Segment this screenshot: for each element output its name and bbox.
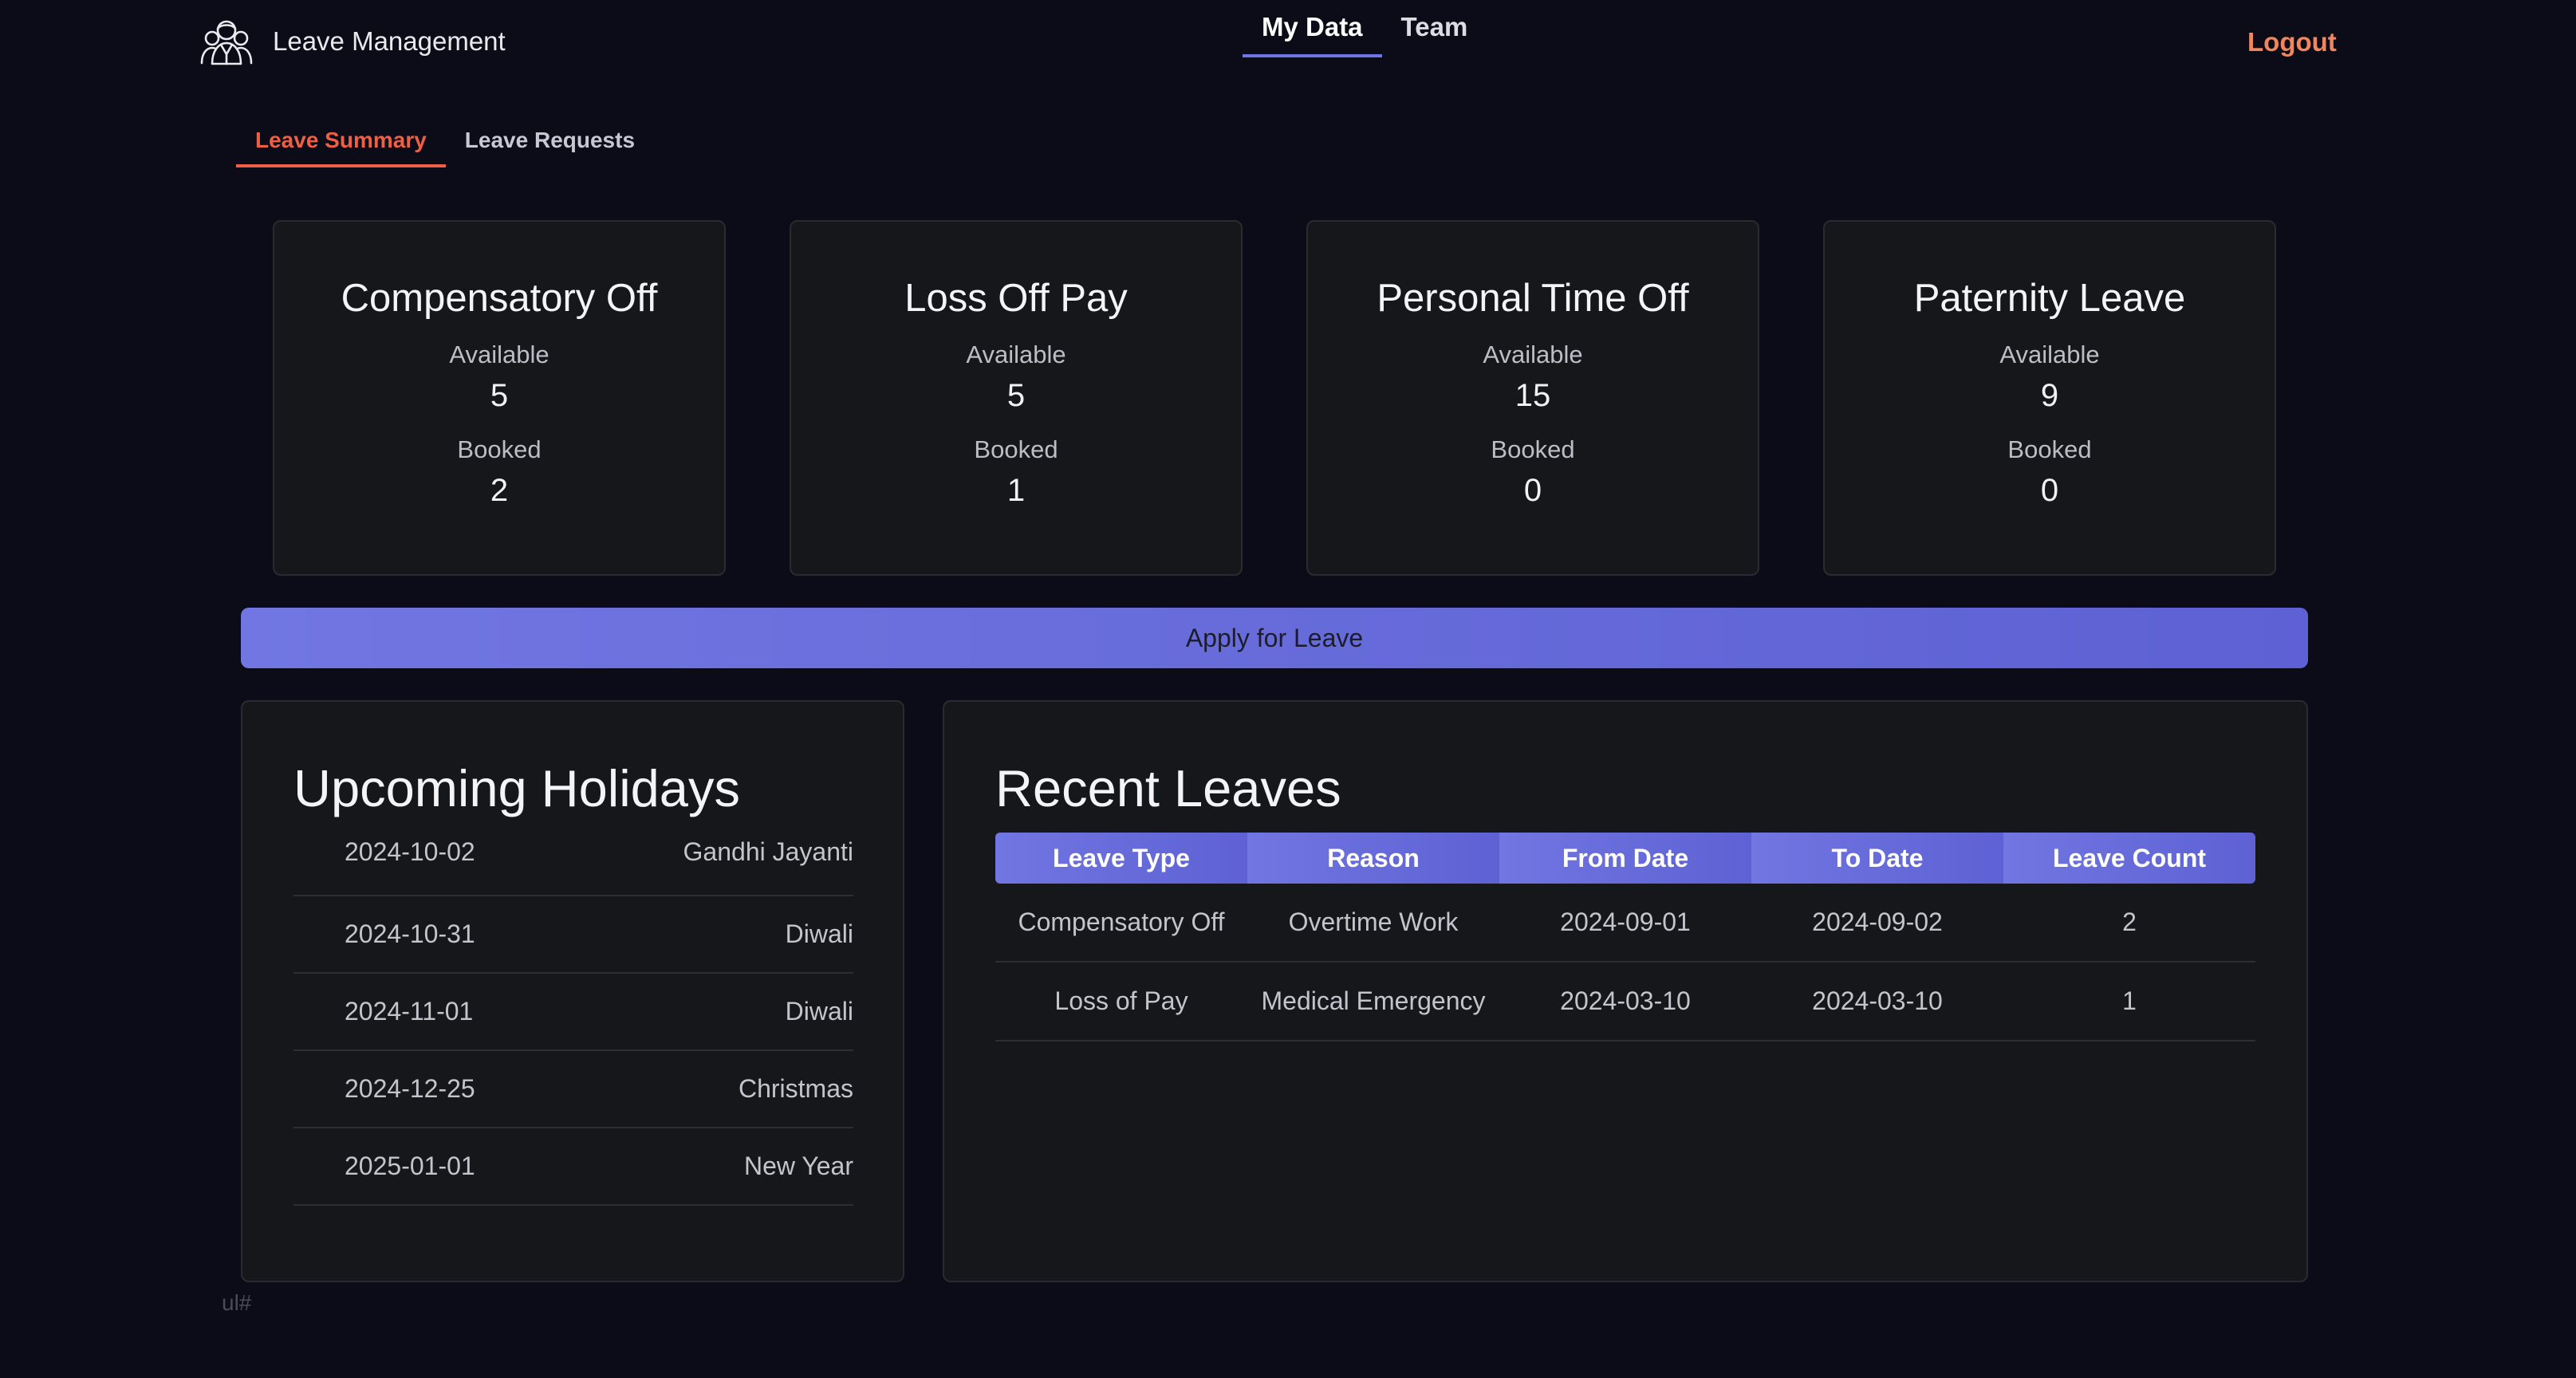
cell-leave-type: Loss of Pay [995, 962, 1247, 1041]
cell-leave-type: Compensatory Off [995, 884, 1247, 963]
holiday-item: 2024-10-31 Diwali [293, 896, 853, 974]
holiday-name: Gandhi Jayanti [683, 837, 853, 866]
holiday-date: 2024-10-02 [345, 837, 475, 866]
recent-leaves-table: Leave Type Reason From Date To Date Leav… [995, 833, 2255, 1041]
column-header-leave-type: Leave Type [995, 833, 1247, 884]
available-label: Available [1999, 341, 2100, 368]
cell-from-date: 2024-09-01 [1499, 884, 1751, 963]
leave-summary-cards: Compensatory Off Available 5 Booked 2 Lo… [273, 220, 2276, 576]
tab-team[interactable]: Team [1382, 0, 1487, 57]
cell-reason: Medical Emergency [1247, 962, 1499, 1041]
tab-my-data[interactable]: My Data [1243, 0, 1382, 57]
available-value: 5 [1006, 378, 1026, 413]
apply-for-leave-button[interactable]: Apply for Leave [241, 608, 2308, 668]
app-title: Leave Management [273, 26, 506, 56]
booked-value: 0 [2040, 473, 2059, 508]
cell-from-date: 2024-03-10 [1499, 962, 1751, 1041]
brand: Leave Management [199, 18, 506, 65]
cell-leave-count: 2 [2003, 884, 2255, 963]
holiday-date: 2025-01-01 [345, 1152, 475, 1180]
leave-card-paternity-leave: Paternity Leave Available 9 Booked 0 [1823, 220, 2276, 576]
column-header-to-date: To Date [1751, 833, 2003, 884]
holiday-name: Christmas [738, 1074, 853, 1103]
booked-value: 2 [490, 473, 509, 508]
holiday-date: 2024-12-25 [345, 1074, 475, 1103]
table-row: Loss of Pay Medical Emergency 2024-03-10… [995, 962, 2255, 1041]
cell-leave-count: 1 [2003, 962, 2255, 1041]
booked-label: Booked [974, 435, 1058, 463]
table-header-row: Leave Type Reason From Date To Date Leav… [995, 833, 2255, 884]
cell-to-date: 2024-03-10 [1751, 962, 2003, 1041]
holiday-name: New Year [744, 1152, 853, 1180]
card-title: Loss Off Pay [904, 277, 1128, 320]
available-label: Available [1483, 341, 1583, 368]
upcoming-holidays-panel: Upcoming Holidays 2024-10-02 Gandhi Jaya… [241, 700, 904, 1282]
booked-label: Booked [2007, 435, 2092, 463]
booked-label: Booked [457, 435, 542, 463]
recent-leaves-panel: Recent Leaves Leave Type Reason From Dat… [943, 700, 2308, 1282]
available-value: 5 [490, 378, 509, 413]
main-nav: My Data Team [1243, 0, 1487, 57]
tab-leave-requests[interactable]: Leave Requests [446, 116, 654, 167]
column-header-from-date: From Date [1499, 833, 1751, 884]
booked-value: 1 [1006, 473, 1026, 508]
holiday-item: 2024-11-01 Diwali [293, 974, 853, 1051]
holiday-date: 2024-10-31 [345, 919, 475, 948]
tab-leave-summary[interactable]: Leave Summary [236, 116, 446, 167]
cell-reason: Overtime Work [1247, 884, 1499, 963]
holiday-date: 2024-11-01 [345, 997, 474, 1026]
upcoming-holidays-title: Upcoming Holidays [293, 759, 740, 817]
holiday-item: 2024-12-25 Christmas [293, 1051, 853, 1128]
leave-card-loss-off-pay: Loss Off Pay Available 5 Booked 1 [790, 220, 1243, 576]
holiday-name: Diwali [785, 997, 853, 1026]
column-header-leave-count: Leave Count [2003, 833, 2255, 884]
cell-to-date: 2024-09-02 [1751, 884, 2003, 963]
column-header-reason: Reason [1247, 833, 1499, 884]
available-value: 9 [2040, 378, 2059, 413]
available-value: 15 [1514, 378, 1551, 413]
logout-link[interactable]: Logout [2247, 27, 2337, 57]
recent-leaves-title: Recent Leaves [995, 759, 1341, 817]
holiday-item: 2025-01-01 New Year [293, 1128, 853, 1206]
card-title: Personal Time Off [1377, 277, 1689, 320]
booked-value: 0 [1523, 473, 1542, 508]
available-label: Available [449, 341, 549, 368]
card-title: Paternity Leave [1913, 277, 2186, 320]
available-label: Available [966, 341, 1066, 368]
leave-card-personal-time-off: Personal Time Off Available 15 Booked 0 [1306, 220, 1759, 576]
team-people-icon [200, 20, 253, 65]
sub-nav: Leave Summary Leave Requests [236, 116, 654, 167]
holiday-item: 2024-10-02 Gandhi Jayanti [293, 833, 853, 896]
leave-card-compensatory-off: Compensatory Off Available 5 Booked 2 [273, 220, 726, 576]
holiday-list: 2024-10-02 Gandhi Jayanti 2024-10-31 Diw… [293, 833, 853, 1206]
table-row: Compensatory Off Overtime Work 2024-09-0… [995, 884, 2255, 963]
holiday-name: Diwali [785, 919, 853, 948]
booked-label: Booked [1491, 435, 1575, 463]
card-title: Compensatory Off [341, 277, 658, 320]
footer-debug-text: ul# [222, 1290, 252, 1315]
